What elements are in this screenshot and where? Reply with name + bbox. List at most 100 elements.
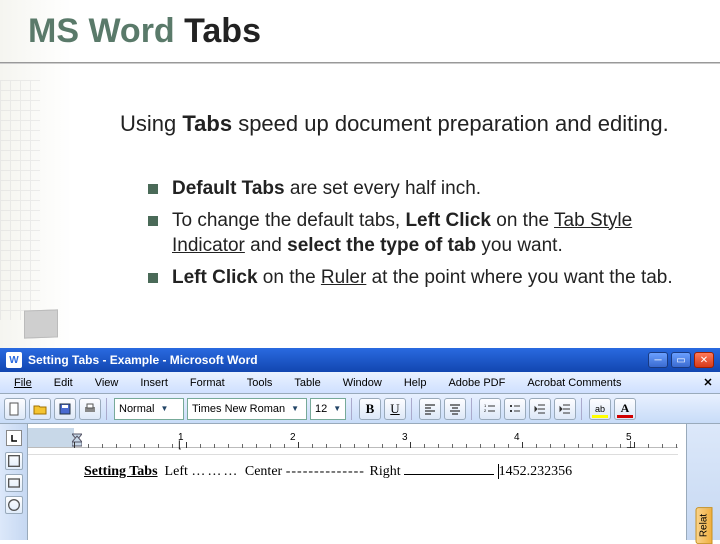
document-close-button[interactable]: ✕ [700, 375, 716, 391]
body-center: Center [245, 464, 282, 479]
close-button[interactable]: ✕ [694, 352, 714, 368]
ruler-number: 2 [290, 432, 296, 443]
menu-bar: File Edit View Insert Format Tools Table… [0, 372, 720, 394]
tool-button[interactable] [5, 496, 23, 514]
font-size-combo[interactable]: 12 ▼ [310, 398, 346, 420]
b1-bold: Default Tabs [172, 178, 285, 199]
increase-indent-button[interactable] [554, 398, 576, 420]
intro-text: Using Tabs speed up document preparation… [120, 110, 680, 138]
bullet-list: Default Tabs are set every half inch. To… [148, 176, 688, 297]
intro-bold: Tabs [182, 111, 232, 136]
bulleted-list-button[interactable] [504, 398, 526, 420]
chevron-down-icon: ▼ [291, 404, 299, 413]
menu-acrobat-comments[interactable]: Acrobat Comments [517, 375, 631, 391]
body-left: Left [165, 464, 188, 479]
leader-dashes: -------------- [286, 464, 370, 479]
intro-post: speed up document preparation and editin… [232, 111, 669, 136]
font-combo[interactable]: Times New Roman ▼ [187, 398, 307, 420]
highlight-button[interactable]: ab [589, 398, 611, 420]
word-window: W Setting Tabs - Example - Microsoft Wor… [0, 348, 720, 540]
decorative-cube [24, 309, 58, 338]
toolbar-separator [581, 398, 584, 420]
ruler-margin-shade [28, 428, 74, 447]
toolbar-separator [351, 398, 354, 420]
menu-format[interactable]: Format [180, 375, 235, 391]
title-divider [0, 62, 720, 64]
bold-button[interactable]: B [359, 398, 381, 420]
document-area: 1 2 3 4 5 ⌊ ⊥ Setting Tabs Left ……… Cent… [0, 424, 720, 540]
document-page[interactable]: 1 2 3 4 5 ⌊ ⊥ Setting Tabs Left ……… Cent… [28, 424, 686, 540]
task-pane[interactable]: Relat [686, 424, 720, 540]
style-combo[interactable]: Normal ▼ [114, 398, 184, 420]
minimize-button[interactable]: ─ [648, 352, 668, 368]
new-doc-button[interactable] [4, 398, 26, 420]
intro-pre: Using [120, 111, 182, 136]
title-part-1: MS Word [28, 12, 184, 50]
b3-bold: Left Click [172, 267, 258, 288]
b3-t2: at the point where you want the tab. [366, 267, 672, 288]
horizontal-ruler[interactable]: 1 2 3 4 5 ⌊ ⊥ [28, 428, 678, 448]
print-button[interactable] [79, 398, 101, 420]
ruler-ticks [74, 428, 678, 447]
menu-tools[interactable]: Tools [237, 375, 283, 391]
left-tab-marker[interactable]: ⌊ [178, 440, 182, 451]
menu-help[interactable]: Help [394, 375, 437, 391]
slide-title: MS Word Tabs [28, 12, 261, 51]
chevron-down-icon: ▼ [160, 404, 168, 413]
tool-button[interactable] [5, 452, 23, 470]
font-color-button[interactable]: A [614, 398, 636, 420]
body-number: 1452.232356 [499, 464, 573, 479]
ruler-number: 3 [402, 432, 408, 443]
bullet-1: Default Tabs are set every half inch. [148, 176, 688, 202]
maximize-button[interactable]: ▭ [671, 352, 691, 368]
menu-insert[interactable]: Insert [130, 375, 178, 391]
tool-button[interactable] [5, 474, 23, 492]
bullet-3: Left Click on the Ruler at the point whe… [148, 265, 688, 291]
leader-underline [404, 463, 494, 475]
menu-file[interactable]: File [4, 375, 42, 391]
menu-table[interactable]: Table [284, 375, 330, 391]
b2-t3: you want. [476, 235, 563, 256]
save-button[interactable] [54, 398, 76, 420]
task-pane-tab[interactable]: Relat [695, 507, 712, 544]
b2-bold2: select the type of tab [287, 235, 476, 256]
b3-t1: on the [258, 267, 321, 288]
tab-style-indicator[interactable] [6, 430, 22, 446]
document-body[interactable]: Setting Tabs Left ……… Center -----------… [28, 454, 678, 494]
left-toolstrip [0, 424, 28, 540]
title-bar[interactable]: W Setting Tabs - Example - Microsoft Wor… [0, 348, 720, 372]
font-value: Times New Roman [192, 403, 285, 415]
numbered-list-button[interactable]: 12 [479, 398, 501, 420]
toolbar-separator [106, 398, 109, 420]
formatting-toolbar: Normal ▼ Times New Roman ▼ 12 ▼ B U 12 ab A [0, 394, 720, 424]
decrease-indent-button[interactable] [529, 398, 551, 420]
b2-t0: To change the default tabs, [172, 210, 405, 231]
title-part-2: Tabs [184, 12, 261, 50]
leader-dots: ……… [191, 464, 245, 479]
b3-u1: Ruler [321, 267, 366, 288]
underline-button[interactable]: U [384, 398, 406, 420]
bullet-2: To change the default tabs, Left Click o… [148, 208, 688, 259]
word-app-icon: W [6, 352, 22, 368]
menu-adobe-pdf[interactable]: Adobe PDF [438, 375, 515, 391]
b2-t2: and [245, 235, 287, 256]
size-value: 12 [315, 403, 327, 415]
b1-text: are set every half inch. [285, 178, 481, 199]
menu-window[interactable]: Window [333, 375, 392, 391]
body-right: Right [369, 464, 400, 479]
toolbar-separator [411, 398, 414, 420]
ruler-number: 4 [514, 432, 520, 443]
b2-t1: on the [491, 210, 554, 231]
chevron-down-icon: ▼ [333, 404, 341, 413]
align-left-button[interactable] [419, 398, 441, 420]
svg-text:2: 2 [484, 408, 487, 413]
toolbar-separator [471, 398, 474, 420]
style-value: Normal [119, 403, 154, 415]
decimal-tab-marker[interactable]: ⊥ [626, 440, 635, 451]
open-button[interactable] [29, 398, 51, 420]
menu-view[interactable]: View [85, 375, 129, 391]
align-center-button[interactable] [444, 398, 466, 420]
menu-edit[interactable]: Edit [44, 375, 83, 391]
decorative-grid [0, 80, 40, 320]
b2-bold1: Left Click [405, 210, 491, 231]
